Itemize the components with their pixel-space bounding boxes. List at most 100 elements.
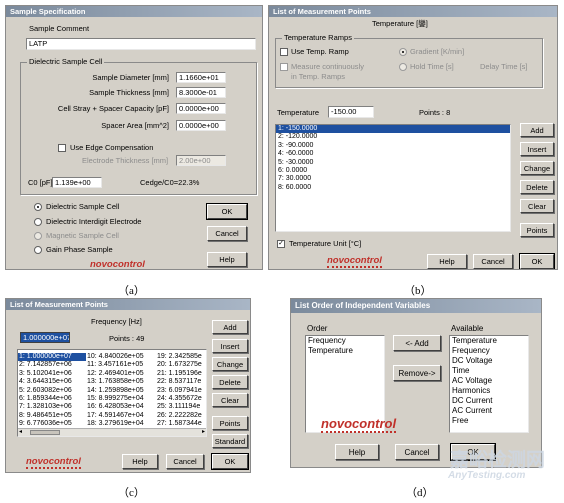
list-item[interactable]: 5: -30.0000 [276,159,510,167]
list-item[interactable]: 15: 8.999275e+04 [86,395,156,403]
list-item[interactable]: Temperature [306,346,384,356]
temperature-unit-checkbox[interactable]: ✓ [277,240,285,248]
measure-continuously-checkbox[interactable] [280,63,288,71]
horizontal-scrollbar[interactable]: ◂ ▸ [18,428,206,436]
cancel-button[interactable]: Cancel [166,454,204,469]
add-button[interactable]: Add [212,320,248,334]
list-item[interactable]: 20: 1.673275e [156,361,206,369]
list-item[interactable]: 10: 4.840026e+05 [86,353,156,361]
help-button[interactable]: Help [122,454,158,469]
list-item[interactable]: 14: 1.259898e+05 [86,387,156,395]
electrode-thickness-input[interactable]: 2.00e+00 [176,155,226,166]
temperature-list[interactable]: 1: -150.0000 2: -120.0000 3: -90.0000 4:… [275,124,511,232]
change-button[interactable]: Change [520,161,554,175]
cancel-button[interactable]: Cancel [395,444,439,460]
clear-button[interactable]: Clear [520,199,554,213]
add-button[interactable]: Add [520,123,554,137]
spacer-area-input[interactable]: 0.0000e+00 [176,120,226,131]
clear-button[interactable]: Clear [212,393,248,407]
gradient-radio[interactable] [399,48,407,56]
watermark-cn: 嘉峪检测网 [450,450,546,471]
points-button[interactable]: Points [520,223,554,237]
list-item[interactable]: 13: 1.763858e+05 [86,378,156,386]
list-item[interactable]: 6: 1.859344e+06 [18,395,86,403]
list-item[interactable]: 5: 2.603082e+06 [18,387,86,395]
list-item[interactable]: Frequency [306,336,384,346]
radio-magnetic-sample-cell[interactable] [34,232,42,240]
points-button[interactable]: Points [212,416,248,430]
temperature-input[interactable]: -150.00 [328,106,374,118]
list-item[interactable]: 25: 3.111194e [156,403,206,411]
list-column: 1: 1.000000e+07 2: 7.142857e+06 3: 5.102… [18,353,86,429]
list-item[interactable]: 6: 0.0000 [276,167,510,175]
list-item[interactable]: 1: -150.0000 [276,125,510,134]
remove-button[interactable]: Remove-> [393,365,441,381]
list-item[interactable]: 21: 1.195196e [156,370,206,378]
list-item[interactable]: 23: 6.097941e [156,387,206,395]
list-item[interactable]: 17: 4.591467e+04 [86,412,156,420]
sample-diameter-input[interactable]: 1.1660e+01 [176,72,226,83]
cancel-button[interactable]: Cancel [207,226,247,241]
radio-gain-phase-sample[interactable] [34,246,42,254]
c0-input[interactable]: 1.139e+00 [52,177,102,188]
list-item[interactable]: 3: 5.102041e+06 [18,370,86,378]
available-list[interactable]: Temperature Frequency DC Voltage Time AC… [449,335,529,433]
list-item[interactable]: Temperature [450,336,528,346]
list-item[interactable]: 2: 7.142857e+06 [18,361,86,369]
list-item[interactable]: Free [450,416,528,426]
ok-button[interactable]: OK [519,253,555,269]
list-item[interactable]: 1: 1.000000e+07 [18,353,86,362]
list-item[interactable]: 8: 60.0000 [276,184,510,192]
list-item[interactable]: AC Current [450,406,528,416]
help-button[interactable]: Help [207,252,247,267]
sample-comment-input[interactable]: LATP [26,38,256,50]
list-item[interactable]: 7: 30.0000 [276,175,510,183]
insert-button[interactable]: Insert [520,142,554,156]
stray-capacity-input[interactable]: 0.0000e+00 [176,103,226,114]
cancel-button[interactable]: Cancel [473,254,513,269]
list-item[interactable]: 4: 3.644315e+06 [18,378,86,386]
frequency-list[interactable]: 1: 1.000000e+07 2: 7.142857e+06 3: 5.102… [17,349,207,437]
ok-button[interactable]: OK [211,453,249,470]
use-ramp-checkbox[interactable] [280,48,288,56]
radio-interdigit-electrode[interactable] [34,218,42,226]
radio-dielectric-sample-cell[interactable] [34,203,42,211]
add-button[interactable]: <- Add [393,335,441,351]
list-item[interactable]: Frequency [450,346,528,356]
delete-button[interactable]: Delete [212,375,248,389]
list-item[interactable]: 11: 3.457161e+05 [86,361,156,369]
scroll-right-arrow-icon[interactable]: ▸ [202,429,205,436]
list-item[interactable]: 8: 9.486451e+05 [18,412,86,420]
list-item[interactable]: AC Voltage [450,376,528,386]
list-item[interactable]: Harmonics [450,386,528,396]
caption-c: （c） [118,487,145,499]
list-item[interactable]: 7: 1.328103e+06 [18,403,86,411]
list-item[interactable]: 22: 8.537117e [156,378,206,386]
insert-button[interactable]: Insert [212,339,248,353]
help-button[interactable]: Help [335,444,379,460]
hold-time-radio[interactable] [399,63,407,71]
edge-compensation-checkbox[interactable] [58,144,66,152]
list-item[interactable]: 24: 4.355672e [156,395,206,403]
scroll-left-arrow-icon[interactable]: ◂ [19,429,22,436]
help-button[interactable]: Help [427,254,467,269]
list-item[interactable]: 16: 6.428053e+04 [86,403,156,411]
novocontrol-logo: novocontrol [90,259,145,270]
list-item[interactable]: 26: 2.222282e [156,412,206,420]
list-item[interactable]: 3: -90.0000 [276,142,510,150]
list-item[interactable]: 19: 2.342585e [156,353,206,361]
change-button[interactable]: Change [212,357,248,371]
list-item[interactable]: 2: -120.0000 [276,133,510,141]
list-item[interactable]: DC Current [450,396,528,406]
dialog-title: List Order of Independent Variables [291,299,541,313]
delete-button[interactable]: Delete [520,180,554,194]
list-item[interactable]: 4: -60.0000 [276,150,510,158]
scrollbar-thumb[interactable] [30,430,60,435]
list-item[interactable]: 12: 2.469401e+05 [86,370,156,378]
standard-button[interactable]: Standard [212,434,248,448]
sample-thickness-input[interactable]: 8.3000e-01 [176,87,226,98]
list-item[interactable]: DC Voltage [450,356,528,366]
ok-button[interactable]: OK [206,203,248,220]
list-item[interactable]: Time [450,366,528,376]
frequency-input[interactable]: 1.000000e+07 [20,332,70,343]
